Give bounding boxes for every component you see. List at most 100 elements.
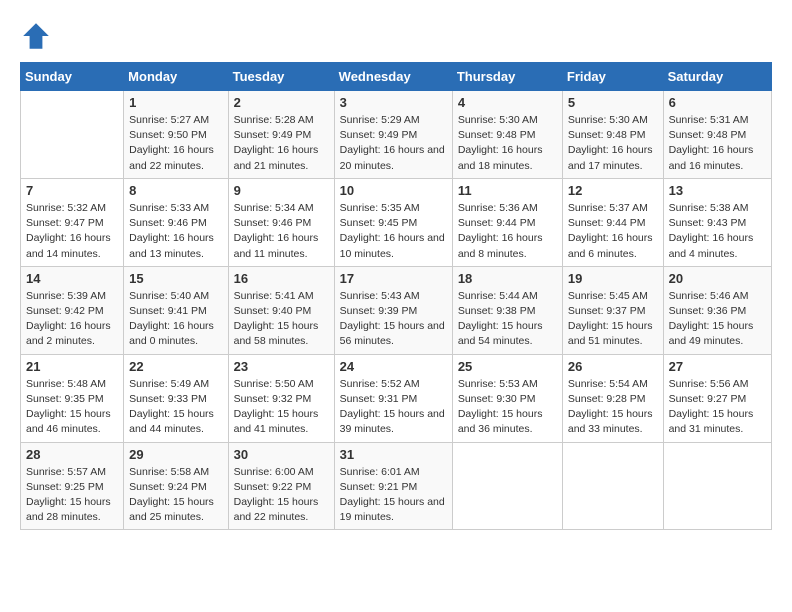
- calendar-cell: 20 Sunrise: 5:46 AMSunset: 9:36 PMDayligh…: [663, 266, 771, 354]
- day-number: 18: [458, 271, 557, 286]
- calendar-cell: 9 Sunrise: 5:34 AMSunset: 9:46 PMDaylight…: [228, 178, 334, 266]
- day-number: 30: [234, 447, 329, 462]
- logo: [20, 20, 56, 52]
- cell-info: Sunrise: 5:37 AMSunset: 9:44 PMDaylight:…: [568, 201, 658, 262]
- day-number: 10: [340, 183, 447, 198]
- day-number: 29: [129, 447, 222, 462]
- calendar-row: 14 Sunrise: 5:39 AMSunset: 9:42 PMDayligh…: [21, 266, 772, 354]
- day-number: 25: [458, 359, 557, 374]
- day-number: 28: [26, 447, 118, 462]
- calendar-table: Sunday Monday Tuesday Wednesday Thursday…: [20, 62, 772, 530]
- day-number: 27: [669, 359, 766, 374]
- cell-info: Sunrise: 5:30 AMSunset: 9:48 PMDaylight:…: [568, 113, 658, 174]
- day-number: 19: [568, 271, 658, 286]
- calendar-cell: 28Sunrise: 5:57 AMSunset: 9:25 PMDayligh…: [21, 442, 124, 530]
- cell-info: Sunrise: 5:43 AMSunset: 9:39 PMDaylight:…: [340, 289, 447, 350]
- cell-info: Sunrise: 5:34 AMSunset: 9:46 PMDaylight:…: [234, 201, 329, 262]
- weekday-header-row: Sunday Monday Tuesday Wednesday Thursday…: [21, 63, 772, 91]
- day-number: 21: [26, 359, 118, 374]
- calendar-cell: 23 Sunrise: 5:50 AMSunset: 9:32 PMDayligh…: [228, 354, 334, 442]
- calendar-cell: 14 Sunrise: 5:39 AMSunset: 9:42 PMDayligh…: [21, 266, 124, 354]
- calendar-cell: 11 Sunrise: 5:36 AMSunset: 9:44 PMDayligh…: [452, 178, 562, 266]
- day-number: 8: [129, 183, 222, 198]
- day-number: 16: [234, 271, 329, 286]
- cell-info: Sunrise: 5:27 AMSunset: 9:50 PMDaylight:…: [129, 113, 222, 174]
- calendar-row: 7Sunrise: 5:32 AMSunset: 9:47 PMDaylight…: [21, 178, 772, 266]
- header-friday: Friday: [562, 63, 663, 91]
- calendar-cell: 19Sunrise: 5:45 AMSunset: 9:37 PMDayligh…: [562, 266, 663, 354]
- calendar-cell: 1 Sunrise: 5:27 AMSunset: 9:50 PMDaylight…: [124, 91, 228, 179]
- day-number: 9: [234, 183, 329, 198]
- cell-info: Sunrise: 5:38 AMSunset: 9:43 PMDaylight:…: [669, 201, 766, 262]
- cell-info: Sunrise: 5:30 AMSunset: 9:48 PMDaylight:…: [458, 113, 557, 174]
- day-number: 17: [340, 271, 447, 286]
- calendar-cell: 8 Sunrise: 5:33 AMSunset: 9:46 PMDaylight…: [124, 178, 228, 266]
- calendar-cell: 18 Sunrise: 5:44 AMSunset: 9:38 PMDayligh…: [452, 266, 562, 354]
- cell-info: Sunrise: 5:56 AMSunset: 9:27 PMDaylight:…: [669, 377, 766, 438]
- header-sunday: Sunday: [21, 63, 124, 91]
- calendar-cell: 17 Sunrise: 5:43 AMSunset: 9:39 PMDayligh…: [334, 266, 452, 354]
- cell-info: Sunrise: 5:54 AMSunset: 9:28 PMDaylight:…: [568, 377, 658, 438]
- day-number: 15: [129, 271, 222, 286]
- calendar-cell: 24 Sunrise: 5:52 AMSunset: 9:31 PMDayligh…: [334, 354, 452, 442]
- cell-info: Sunrise: 5:41 AMSunset: 9:40 PMDaylight:…: [234, 289, 329, 350]
- cell-info: Sunrise: 5:46 AMSunset: 9:36 PMDaylight:…: [669, 289, 766, 350]
- day-number: 14: [26, 271, 118, 286]
- calendar-cell: 12 Sunrise: 5:37 AMSunset: 9:44 PMDayligh…: [562, 178, 663, 266]
- day-number: 26: [568, 359, 658, 374]
- day-number: 23: [234, 359, 329, 374]
- header-wednesday: Wednesday: [334, 63, 452, 91]
- cell-info: Sunrise: 5:50 AMSunset: 9:32 PMDaylight:…: [234, 377, 329, 438]
- calendar-cell: [452, 442, 562, 530]
- calendar-cell: [562, 442, 663, 530]
- day-number: 7: [26, 183, 118, 198]
- calendar-cell: 5 Sunrise: 5:30 AMSunset: 9:48 PMDaylight…: [562, 91, 663, 179]
- header-thursday: Thursday: [452, 63, 562, 91]
- day-number: 11: [458, 183, 557, 198]
- cell-info: Sunrise: 5:36 AMSunset: 9:44 PMDaylight:…: [458, 201, 557, 262]
- calendar-cell: 16 Sunrise: 5:41 AMSunset: 9:40 PMDayligh…: [228, 266, 334, 354]
- day-number: 31: [340, 447, 447, 462]
- calendar-cell: 3 Sunrise: 5:29 AMSunset: 9:49 PMDaylight…: [334, 91, 452, 179]
- day-number: 20: [669, 271, 766, 286]
- calendar-row: 28Sunrise: 5:57 AMSunset: 9:25 PMDayligh…: [21, 442, 772, 530]
- cell-info: Sunrise: 5:29 AMSunset: 9:49 PMDaylight:…: [340, 113, 447, 174]
- day-number: 4: [458, 95, 557, 110]
- cell-info: Sunrise: 6:01 AMSunset: 9:21 PMDaylight:…: [340, 465, 447, 526]
- cell-info: Sunrise: 5:40 AMSunset: 9:41 PMDaylight:…: [129, 289, 222, 350]
- cell-info: Sunrise: 5:39 AMSunset: 9:42 PMDaylight:…: [26, 289, 118, 350]
- calendar-cell: 15 Sunrise: 5:40 AMSunset: 9:41 PMDayligh…: [124, 266, 228, 354]
- cell-info: Sunrise: 5:31 AMSunset: 9:48 PMDaylight:…: [669, 113, 766, 174]
- day-number: 13: [669, 183, 766, 198]
- day-number: 1: [129, 95, 222, 110]
- calendar-cell: 29 Sunrise: 5:58 AMSunset: 9:24 PMDayligh…: [124, 442, 228, 530]
- calendar-cell: [663, 442, 771, 530]
- calendar-cell: 22Sunrise: 5:49 AMSunset: 9:33 PMDayligh…: [124, 354, 228, 442]
- calendar-cell: 21 Sunrise: 5:48 AMSunset: 9:35 PMDayligh…: [21, 354, 124, 442]
- calendar-cell: [21, 91, 124, 179]
- cell-info: Sunrise: 5:48 AMSunset: 9:35 PMDaylight:…: [26, 377, 118, 438]
- day-number: 12: [568, 183, 658, 198]
- day-number: 24: [340, 359, 447, 374]
- day-number: 6: [669, 95, 766, 110]
- logo-icon: [20, 20, 52, 52]
- day-number: 3: [340, 95, 447, 110]
- cell-info: Sunrise: 5:53 AMSunset: 9:30 PMDaylight:…: [458, 377, 557, 438]
- calendar-cell: 26 Sunrise: 5:54 AMSunset: 9:28 PMDayligh…: [562, 354, 663, 442]
- calendar-cell: 7Sunrise: 5:32 AMSunset: 9:47 PMDaylight…: [21, 178, 124, 266]
- cell-info: Sunrise: 5:58 AMSunset: 9:24 PMDaylight:…: [129, 465, 222, 526]
- cell-info: Sunrise: 5:44 AMSunset: 9:38 PMDaylight:…: [458, 289, 557, 350]
- day-number: 5: [568, 95, 658, 110]
- calendar-row: 1 Sunrise: 5:27 AMSunset: 9:50 PMDaylight…: [21, 91, 772, 179]
- header-saturday: Saturday: [663, 63, 771, 91]
- day-number: 2: [234, 95, 329, 110]
- calendar-row: 21 Sunrise: 5:48 AMSunset: 9:35 PMDayligh…: [21, 354, 772, 442]
- cell-info: Sunrise: 5:28 AMSunset: 9:49 PMDaylight:…: [234, 113, 329, 174]
- calendar-cell: 25 Sunrise: 5:53 AMSunset: 9:30 PMDayligh…: [452, 354, 562, 442]
- calendar-cell: 2 Sunrise: 5:28 AMSunset: 9:49 PMDaylight…: [228, 91, 334, 179]
- cell-info: Sunrise: 5:52 AMSunset: 9:31 PMDaylight:…: [340, 377, 447, 438]
- day-number: 22: [129, 359, 222, 374]
- page-header: [20, 20, 772, 52]
- cell-info: Sunrise: 5:33 AMSunset: 9:46 PMDaylight:…: [129, 201, 222, 262]
- calendar-cell: 4 Sunrise: 5:30 AMSunset: 9:48 PMDaylight…: [452, 91, 562, 179]
